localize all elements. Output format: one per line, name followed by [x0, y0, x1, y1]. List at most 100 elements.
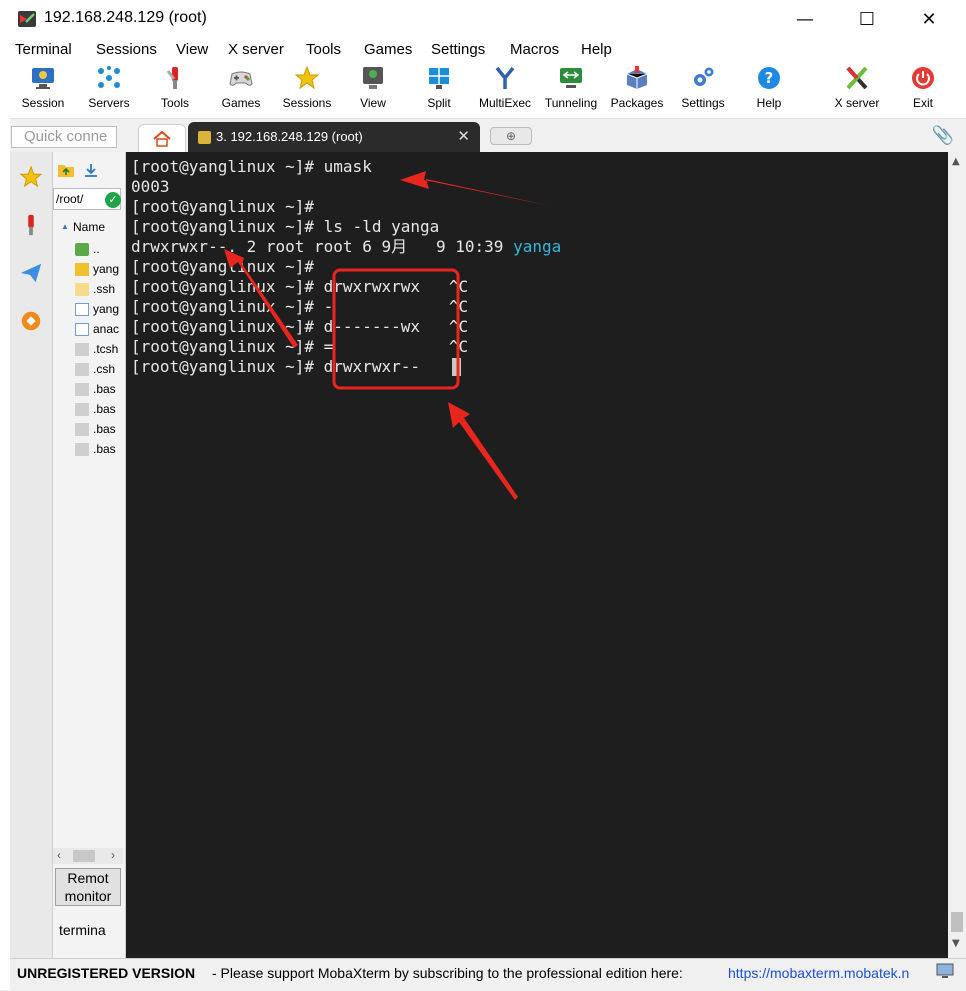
arrow-to-permissions [224, 249, 298, 348]
tab-close-icon[interactable]: ✕ [457, 127, 470, 145]
file-icon [75, 363, 89, 376]
scroll-right-icon[interactable]: › [111, 848, 115, 862]
upload-folder-icon[interactable] [57, 162, 75, 178]
x-server-button[interactable]: X server [824, 65, 890, 110]
horizontal-scrollbar[interactable]: ‹ › [53, 848, 123, 864]
tunneling-icon [560, 68, 582, 88]
menu-settings[interactable]: Settings [431, 41, 485, 58]
paperclip-icon[interactable]: 📎 [932, 125, 954, 146]
file-icon [75, 443, 89, 456]
multiexec-icon [495, 66, 515, 89]
tools-icon [28, 214, 34, 236]
servers-icon [98, 66, 120, 88]
highlight-box [332, 268, 460, 390]
gamepad-icon [229, 71, 253, 86]
session-button[interactable]: Session [10, 65, 76, 110]
session-tab[interactable]: 3. 192.168.248.129 (root) ✕ [188, 122, 480, 152]
monitor-icon [936, 963, 954, 978]
star-icon [294, 65, 320, 90]
parent-folder-icon [75, 243, 89, 256]
menu-help[interactable]: Help [581, 41, 612, 58]
file-browser-panel: /root/ ✓ ▲ Name .. yang .ssh yang anac .t… [53, 152, 126, 958]
file-row[interactable]: yang [73, 300, 125, 320]
mobaxterm-logo-icon [18, 11, 36, 27]
file-row[interactable]: .tcsh [73, 340, 125, 360]
file-row[interactable]: anac [73, 320, 125, 340]
packages-icon [626, 66, 648, 89]
menu-tools[interactable]: Tools [306, 41, 341, 58]
split-button[interactable]: Split [406, 65, 472, 110]
file-icon [75, 383, 89, 396]
menu-terminal[interactable]: Terminal [15, 41, 72, 58]
close-button[interactable]: ✕ [906, 0, 952, 38]
file-row[interactable]: .bas [73, 380, 125, 400]
checkmark-icon[interactable]: ✓ [105, 192, 121, 208]
sidebar-sessions-button[interactable] [14, 158, 48, 196]
sessions-button[interactable]: Sessions [274, 65, 340, 110]
menu-games[interactable]: Games [364, 41, 412, 58]
unregistered-label: UNREGISTERED VERSION [17, 965, 196, 981]
session-icon [32, 68, 54, 89]
menu-sessions[interactable]: Sessions [96, 41, 157, 58]
terminal-scrollbar[interactable]: ▲ ▼ [948, 152, 966, 958]
name-column-header[interactable]: ▲ Name [61, 220, 105, 234]
sidebar-tools-button[interactable] [14, 206, 48, 244]
settings-button[interactable]: Settings [670, 65, 736, 110]
servers-button[interactable]: Servers [76, 65, 142, 110]
remote-monitoring-button[interactable]: Remot monitor [55, 868, 121, 906]
scroll-down-icon[interactable]: ▼ [952, 938, 960, 949]
packages-button[interactable]: Packages [604, 65, 670, 110]
status-bar: UNREGISTERED VERSION - Please support Mo… [10, 958, 966, 991]
x-server-icon [846, 66, 868, 90]
file-row[interactable]: yang [73, 260, 125, 280]
menu-view[interactable]: View [176, 41, 208, 58]
menu-macros[interactable]: Macros [510, 41, 559, 58]
new-tab-button[interactable]: ⊕ [490, 127, 532, 145]
file-row[interactable]: .bas [73, 440, 125, 460]
toolbar: Session Servers Tools Games Sessions Vie… [10, 62, 966, 119]
folder-icon [75, 263, 89, 276]
tools-icon [166, 67, 178, 89]
file-row[interactable]: .. [73, 240, 125, 260]
scroll-left-icon[interactable]: ‹ [57, 848, 61, 862]
multiexec-button[interactable]: MultiExec [472, 65, 538, 110]
scroll-thumb[interactable] [73, 850, 95, 862]
mobaxterm-window: 192.168.248.129 (root) — ☐ ✕ Terminal Se… [10, 0, 966, 991]
file-icon [75, 303, 89, 316]
file-row[interactable]: .csh [73, 360, 125, 380]
arrow-to-box [448, 402, 518, 500]
scroll-up-icon[interactable]: ▲ [952, 156, 960, 167]
file-row[interactable]: .bas [73, 420, 125, 440]
file-row[interactable]: .bas [73, 400, 125, 420]
file-row[interactable]: .ssh [73, 280, 125, 300]
file-icon [75, 323, 89, 336]
folder-icon [75, 283, 89, 296]
terminal-view[interactable]: [root@yanglinux ~]# umask 0003 [root@yan… [126, 152, 948, 958]
sidebar-sftp-button[interactable] [14, 254, 48, 292]
file-icon [75, 423, 89, 436]
menu-x-server[interactable]: X server [228, 41, 284, 58]
home-tab[interactable] [138, 124, 186, 152]
sort-arrow-icon: ▲ [61, 222, 69, 231]
file-icon [75, 343, 89, 356]
paper-plane-icon [20, 263, 42, 283]
games-button[interactable]: Games [208, 65, 274, 110]
view-button[interactable]: View [340, 65, 406, 110]
mobatek-link[interactable]: https://mobaxterm.mobatek.n [728, 962, 932, 984]
help-button[interactable]: ? Help [736, 65, 802, 110]
left-sidebar [10, 152, 53, 958]
scroll-thumb[interactable] [951, 912, 963, 932]
session-tab-label: 3. 192.168.248.129 (root) [216, 129, 363, 144]
tunneling-button[interactable]: Tunneling [538, 65, 604, 110]
file-icon [75, 403, 89, 416]
minimize-button[interactable]: — [782, 0, 828, 38]
maximize-button[interactable]: ☐ [844, 0, 890, 38]
help-icon: ? [758, 67, 780, 89]
star-icon [19, 165, 43, 188]
download-icon[interactable] [83, 162, 99, 178]
sidebar-macros-button[interactable] [14, 302, 48, 340]
quick-connect-input[interactable]: Quick conne [11, 126, 117, 148]
exit-button[interactable]: Exit [890, 65, 956, 110]
tools-button[interactable]: Tools [142, 65, 208, 110]
menu-bar: Terminal Sessions View X server Tools Ga… [10, 38, 966, 62]
